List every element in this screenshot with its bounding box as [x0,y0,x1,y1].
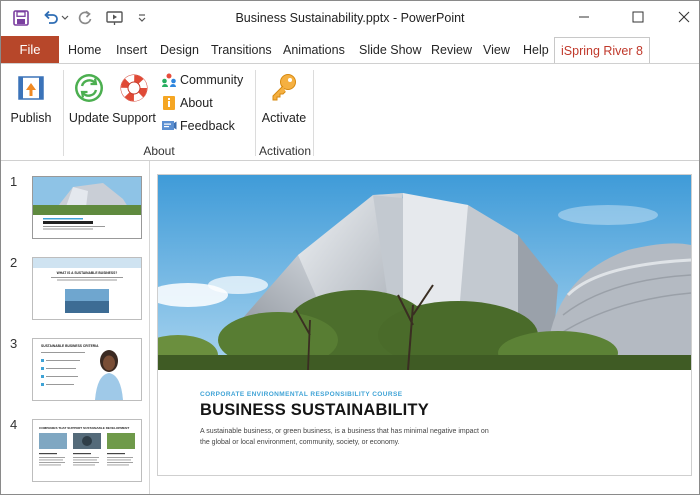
slide-editor: CORPORATE ENVIRONMENTAL RESPONSIBILITY C… [150,161,699,494]
feedback-label: Feedback [180,119,235,133]
slide-title: BUSINESS SUSTAINABILITY [200,401,429,419]
publish-icon [16,72,46,107]
slide-hero-image [158,175,691,370]
community-icon [161,72,177,88]
slide-number: 2 [10,255,18,270]
publish-label: Publish [10,111,52,125]
group-separator [63,70,64,156]
community-label: Community [180,73,244,87]
thumb2-title: WHAT IS A SUSTAINABLE BUSINESS? [57,271,118,275]
tab-insert[interactable]: Insert [116,36,147,63]
maximize-button[interactable] [615,1,661,33]
title-bar: Business Sustainability.pptx - PowerPoin… [1,1,699,35]
powerpoint-window: Business Sustainability.pptx - PowerPoin… [0,0,700,495]
tab-home[interactable]: Home [68,36,101,63]
tab-ispring-river[interactable]: iSpring River 8 [554,37,650,64]
thumb4-title: COMPANIES THAT SUPPORT SUSTAINABLE DEVEL… [39,426,129,430]
tab-file[interactable]: File [1,36,59,63]
tab-animations[interactable]: Animations [283,36,345,63]
publish-button[interactable]: Publish [9,72,53,125]
community-button[interactable]: Community [161,72,243,88]
group-separator [313,70,314,156]
slide-number: 4 [10,417,18,432]
slide-number: 3 [10,336,18,351]
about-label: About [180,96,213,110]
group-label-activation: Activation [258,144,312,158]
update-label: Update [68,111,110,125]
ribbon: Publish Update Support Community About F… [1,63,699,161]
update-button[interactable]: Update [69,72,109,125]
tab-view[interactable]: View [483,36,510,63]
slide-thumbnail-3[interactable]: SUSTAINABLE BUSINESS CRITERIA [32,338,142,401]
slide-body-text: A sustainable business, or green busines… [200,428,489,446]
update-icon [73,72,105,107]
thumb3-title: SUSTAINABLE BUSINESS CRITERIA [41,344,99,348]
support-label: Support [112,111,156,125]
feedback-button[interactable]: Feedback [161,118,235,134]
slide-eyebrow-text: CORPORATE ENVIRONMENTAL RESPONSIBILITY C… [200,391,403,398]
support-button[interactable]: Support [112,72,156,125]
tab-slide-show[interactable]: Slide Show [359,36,422,63]
info-icon [161,95,177,111]
about-button[interactable]: About [161,95,213,111]
slide-thumbnail-4[interactable]: COMPANIES THAT SUPPORT SUSTAINABLE DEVEL… [32,419,142,482]
ribbon-tabs: File Home Insert Design Transitions Anim… [1,35,699,64]
tab-design[interactable]: Design [160,36,199,63]
tab-review[interactable]: Review [431,36,472,63]
current-slide[interactable]: CORPORATE ENVIRONMENTAL RESPONSIBILITY C… [157,174,692,476]
group-separator [255,70,256,156]
lifebuoy-icon [118,72,150,107]
group-label-about: About [143,144,175,158]
tab-transitions[interactable]: Transitions [211,36,272,63]
feedback-icon [161,118,177,134]
activate-label: Activate [261,111,307,125]
slide-number: 1 [10,174,18,189]
key-icon [268,72,300,107]
slide-thumbnail-pane: 1 2 WHAT IS A SUSTAINABLE BUSINESS? 3 SU… [1,161,150,494]
close-button[interactable] [661,1,699,33]
tab-help[interactable]: Help [523,36,549,63]
activate-button[interactable]: Activate [259,72,309,125]
slide-thumbnail-1[interactable] [32,176,142,239]
minimize-button[interactable] [561,1,607,33]
slide-thumbnail-2[interactable]: WHAT IS A SUSTAINABLE BUSINESS? [32,257,142,320]
